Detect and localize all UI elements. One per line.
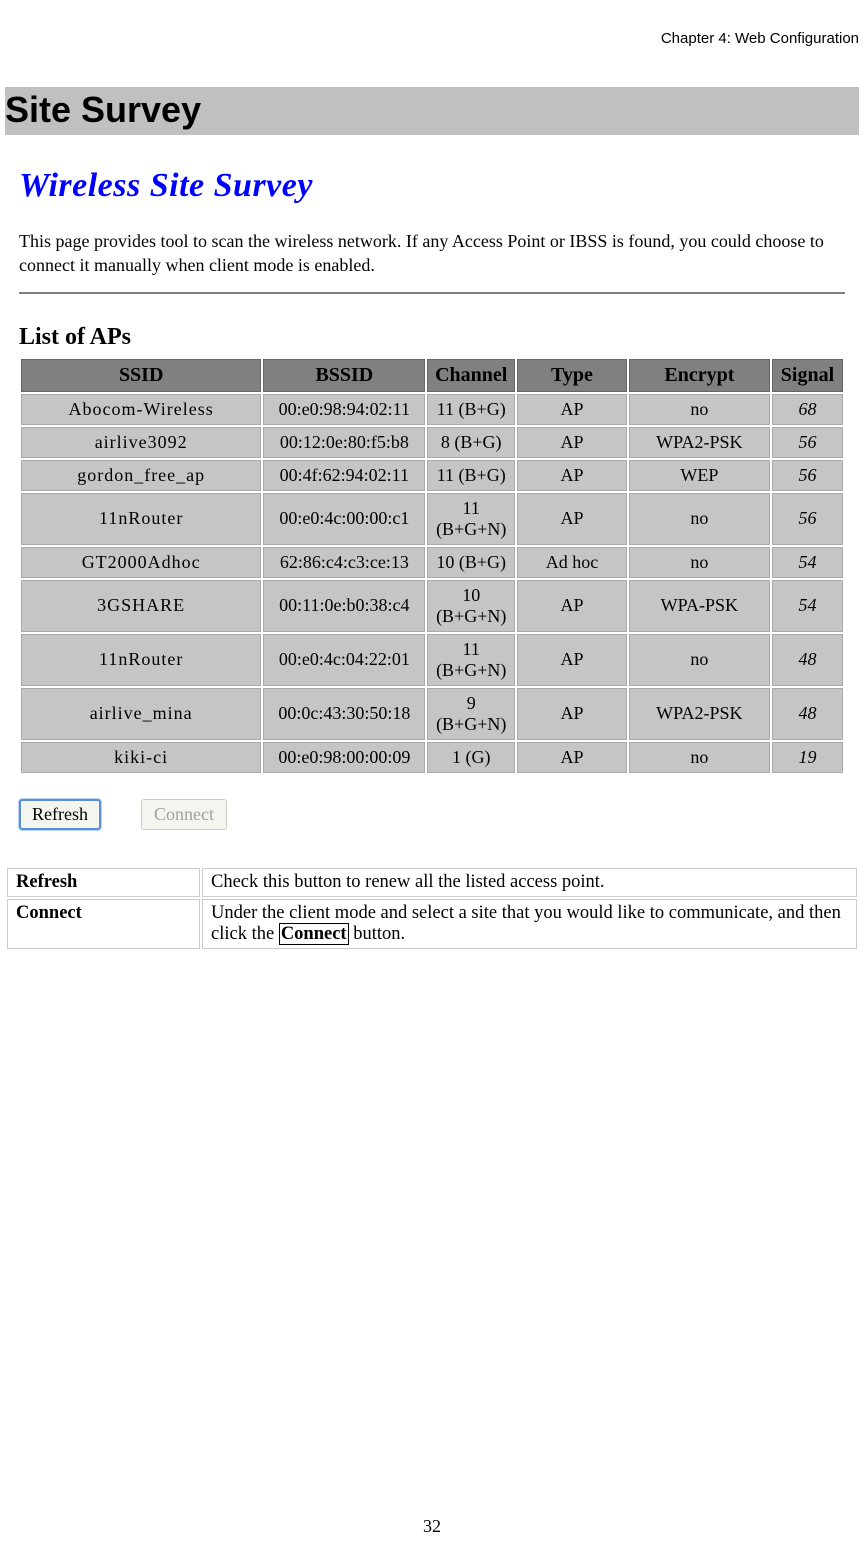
cell-ssid: 3GSHARE — [21, 580, 261, 632]
cell-ssid: 11nRouter — [21, 634, 261, 686]
cell-encrypt: WPA-PSK — [629, 580, 770, 632]
cell-encrypt: no — [629, 634, 770, 686]
table-row[interactable]: 3GSHARE00:11:0e:b0:38:c410 (B+G+N)APWPA-… — [21, 580, 843, 632]
cell-type: AP — [517, 580, 627, 632]
cell-channel: 11 (B+G) — [427, 460, 515, 491]
table-row[interactable]: 11nRouter00:e0:4c:00:00:c111 (B+G+N)APno… — [21, 493, 843, 545]
section-title-bar: Site Survey — [5, 87, 859, 135]
cell-channel: 10 (B+G) — [427, 547, 515, 578]
connect-button[interactable]: Connect — [141, 799, 227, 830]
description-table: Refresh Check this button to renew all t… — [5, 866, 859, 951]
cell-bssid: 00:e0:98:00:00:09 — [263, 742, 425, 773]
section-title: Site Survey — [5, 89, 201, 130]
cell-bssid: 00:e0:4c:00:00:c1 — [263, 493, 425, 545]
cell-ssid: kiki-ci — [21, 742, 261, 773]
col-bssid: BSSID — [263, 359, 425, 392]
desc-term-connect: Connect — [7, 899, 200, 949]
cell-type: AP — [517, 688, 627, 740]
cell-ssid: GT2000Adhoc — [21, 547, 261, 578]
cell-channel: 9 (B+G+N) — [427, 688, 515, 740]
cell-bssid: 00:e0:98:94:02:11 — [263, 394, 425, 425]
cell-ssid: airlive3092 — [21, 427, 261, 458]
divider-line — [19, 292, 845, 294]
refresh-button[interactable]: Refresh — [19, 799, 101, 830]
cell-type: Ad hoc — [517, 547, 627, 578]
cell-signal: 19 — [772, 742, 843, 773]
cell-type: AP — [517, 427, 627, 458]
desc-text-refresh: Check this button to renew all the liste… — [202, 868, 857, 897]
cell-channel: 11 (B+G+N) — [427, 493, 515, 545]
cell-channel: 11 (B+G) — [427, 394, 515, 425]
cell-signal: 56 — [772, 460, 843, 491]
cell-signal: 54 — [772, 547, 843, 578]
col-type: Type — [517, 359, 627, 392]
ap-table-header-row: SSID BSSID Channel Type Encrypt Signal — [21, 359, 843, 392]
cell-signal: 48 — [772, 688, 843, 740]
col-encrypt: Encrypt — [629, 359, 770, 392]
cell-signal: 54 — [772, 580, 843, 632]
cell-signal: 48 — [772, 634, 843, 686]
table-row[interactable]: gordon_free_ap00:4f:62:94:02:1111 (B+G)A… — [21, 460, 843, 491]
col-ssid: SSID — [21, 359, 261, 392]
cell-type: AP — [517, 634, 627, 686]
cell-encrypt: no — [629, 547, 770, 578]
cell-encrypt: no — [629, 394, 770, 425]
table-row[interactable]: airlive309200:12:0e:80:f5:b88 (B+G)APWPA… — [21, 427, 843, 458]
table-row[interactable]: airlive_mina00:0c:43:30:50:189 (B+G+N)AP… — [21, 688, 843, 740]
list-of-aps-heading: List of APs — [19, 324, 845, 351]
cell-ssid: airlive_mina — [21, 688, 261, 740]
col-channel: Channel — [427, 359, 515, 392]
cell-bssid: 00:4f:62:94:02:11 — [263, 460, 425, 491]
cell-type: AP — [517, 460, 627, 491]
cell-type: AP — [517, 394, 627, 425]
wireless-site-survey-title: Wireless Site Survey — [19, 167, 845, 205]
desc-connect-boxed: Connect — [279, 923, 349, 945]
page-number: 32 — [0, 1516, 864, 1537]
cell-bssid: 00:0c:43:30:50:18 — [263, 688, 425, 740]
cell-type: AP — [517, 742, 627, 773]
desc-row-connect: Connect Under the client mode and select… — [7, 899, 857, 949]
cell-signal: 68 — [772, 394, 843, 425]
intro-text: This page provides tool to scan the wire… — [19, 229, 845, 278]
table-row[interactable]: GT2000Adhoc62:86:c4:c3:ce:1310 (B+G)Ad h… — [21, 547, 843, 578]
cell-channel: 1 (G) — [427, 742, 515, 773]
cell-encrypt: WPA2-PSK — [629, 688, 770, 740]
table-row[interactable]: 11nRouter00:e0:4c:04:22:0111 (B+G+N)APno… — [21, 634, 843, 686]
desc-text-connect: Under the client mode and select a site … — [202, 899, 857, 949]
cell-type: AP — [517, 493, 627, 545]
col-signal: Signal — [772, 359, 843, 392]
cell-signal: 56 — [772, 427, 843, 458]
cell-encrypt: no — [629, 493, 770, 545]
desc-term-refresh: Refresh — [7, 868, 200, 897]
table-row[interactable]: kiki-ci00:e0:98:00:00:091 (G)APno19 — [21, 742, 843, 773]
cell-ssid: gordon_free_ap — [21, 460, 261, 491]
cell-encrypt: no — [629, 742, 770, 773]
desc-connect-post: button. — [349, 924, 406, 944]
cell-channel: 11 (B+G+N) — [427, 634, 515, 686]
ap-table: SSID BSSID Channel Type Encrypt Signal A… — [19, 357, 845, 775]
cell-bssid: 00:11:0e:b0:38:c4 — [263, 580, 425, 632]
desc-row-refresh: Refresh Check this button to renew all t… — [7, 868, 857, 897]
cell-bssid: 62:86:c4:c3:ce:13 — [263, 547, 425, 578]
table-row[interactable]: Abocom-Wireless00:e0:98:94:02:1111 (B+G)… — [21, 394, 843, 425]
cell-bssid: 00:12:0e:80:f5:b8 — [263, 427, 425, 458]
cell-signal: 56 — [772, 493, 843, 545]
cell-ssid: Abocom-Wireless — [21, 394, 261, 425]
cell-bssid: 00:e0:4c:04:22:01 — [263, 634, 425, 686]
chapter-header: Chapter 4: Web Configuration — [5, 30, 859, 47]
cell-ssid: 11nRouter — [21, 493, 261, 545]
cell-encrypt: WPA2-PSK — [629, 427, 770, 458]
cell-channel: 8 (B+G) — [427, 427, 515, 458]
cell-encrypt: WEP — [629, 460, 770, 491]
cell-channel: 10 (B+G+N) — [427, 580, 515, 632]
